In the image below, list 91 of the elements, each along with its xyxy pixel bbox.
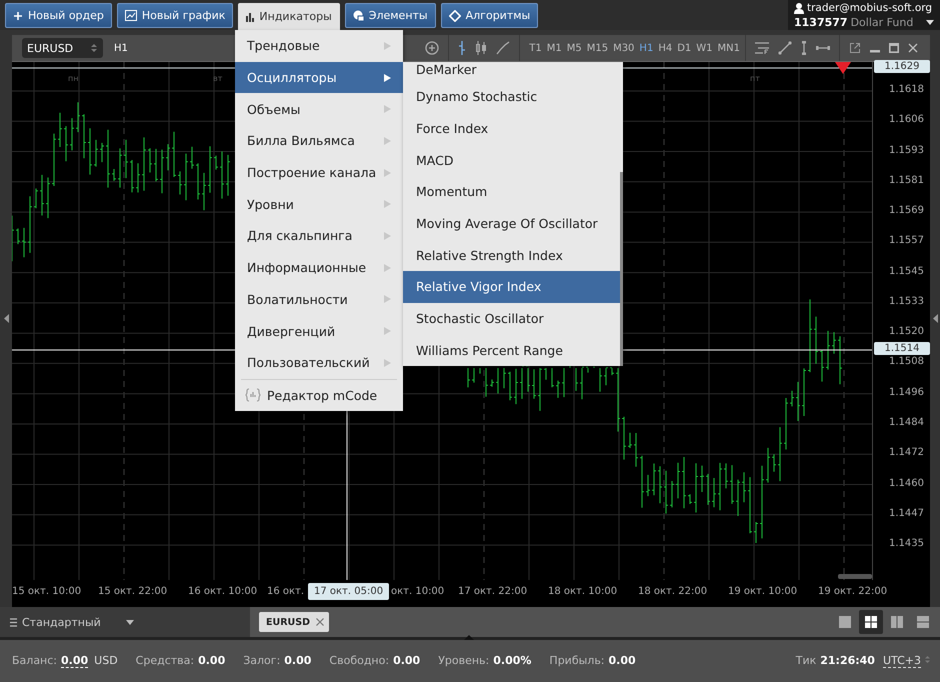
submenu-item[interactable]: Relative Strength Index <box>403 239 620 272</box>
status-label: Залог: <box>243 654 280 667</box>
timeframe-button[interactable]: MN1 <box>718 42 740 54</box>
day-label: пн <box>68 74 78 83</box>
menu-item[interactable]: Редактор mCode <box>235 380 403 411</box>
price-label: 1.1545 <box>889 266 924 277</box>
status-label: Баланс: <box>12 654 58 667</box>
price-label: 1.1496 <box>889 386 924 398</box>
account-number: 1137577 <box>794 16 848 28</box>
toolbar-button[interactable]: Индикаторы <box>238 3 340 30</box>
status-label: Уровень: <box>438 654 490 667</box>
menu-item[interactable]: Трендовые <box>235 30 403 62</box>
status-value: 0.00 <box>198 654 226 667</box>
status-value: 0.00 <box>608 654 636 667</box>
status-label: Прибыль: <box>549 654 605 667</box>
submenu-item[interactable]: Momentum <box>403 176 620 208</box>
price-label: 1.1569 <box>889 205 924 216</box>
toolbar-button[interactable]: Новый график <box>116 3 234 28</box>
time-label: 17 окт. 22:00 <box>458 586 528 597</box>
tick-label: Тик <box>796 654 816 667</box>
account-fund: Dollar Fund <box>850 16 914 28</box>
timeframe-button[interactable]: D1 <box>677 42 692 54</box>
menu-item[interactable]: Уровни <box>235 188 403 220</box>
timeframe-label: H1 <box>114 42 128 54</box>
status-label: Свободно: <box>329 654 390 667</box>
timeframe-button[interactable]: M30 <box>613 42 634 54</box>
timeframe-button[interactable]: H4 <box>658 42 672 54</box>
menu-item[interactable]: Осцилляторы <box>235 62 403 94</box>
submenu-item[interactable]: Dynamo Stochastic <box>403 81 620 113</box>
symbol-select[interactable]: EURUSD <box>22 38 103 58</box>
tick-time: 21:26:40 <box>820 654 875 667</box>
price-label: 1.1472 <box>889 447 924 458</box>
price-label: 1.1460 <box>889 478 924 488</box>
menu-item[interactable]: Пользовательский <box>235 346 403 379</box>
menu-item[interactable]: Билла Вильямса <box>235 125 403 157</box>
time-label: 18 окт. 22:00 <box>638 586 708 597</box>
menu-item[interactable]: Дивергенций <box>235 315 403 347</box>
time-label: 19 окт. 10:00 <box>728 586 798 597</box>
timeframe-button[interactable]: T1 <box>529 42 542 54</box>
timeframe-button[interactable]: H1 <box>639 42 654 54</box>
time-label: окт. 10:00 <box>391 586 444 597</box>
currency-label: USD <box>94 654 118 667</box>
time-label: 16 окт. <box>267 586 304 597</box>
menu-item[interactable]: Волатильности <box>235 284 403 316</box>
price-label: 1.1593 <box>889 144 924 156</box>
menu-item[interactable]: Для скальпинга <box>235 220 403 252</box>
account-email: trader@mobius-soft.org <box>807 2 932 14</box>
timeframe-button[interactable]: M15 <box>586 42 608 54</box>
price-label: 1.1484 <box>889 417 924 428</box>
day-label: пт <box>750 74 760 83</box>
submenu-item[interactable]: Stochastic Oscillator <box>403 302 620 334</box>
price-tag: 1.1514 <box>874 342 930 355</box>
balance-value[interactable]: 0.00 <box>61 654 88 668</box>
day-label: вт <box>213 74 222 83</box>
timeframe-button[interactable]: W1 <box>696 42 713 54</box>
status-value: 0.00 <box>393 654 420 667</box>
price-label: 1.1520 <box>889 326 924 338</box>
submenu-item[interactable]: DeMarker <box>403 62 620 81</box>
price-label: 1.1447 <box>889 508 924 519</box>
menu-item[interactable]: Построение канала <box>235 156 403 188</box>
price-label: 1.1435 <box>889 538 924 550</box>
price-label: 1.1533 <box>889 296 924 307</box>
price-label: 1.1508 <box>889 356 924 368</box>
time-label: 18 окт. 10:00 <box>548 586 618 597</box>
status-value: 0.00 <box>284 654 312 667</box>
time-label: 15 окт. 22:00 <box>98 586 168 597</box>
toolbar-button[interactable]: Алгоритмы <box>440 3 538 28</box>
menu-item[interactable]: Объемы <box>235 93 403 126</box>
toolbar-button[interactable]: Элементы <box>344 3 436 28</box>
submenu-item[interactable]: Force Index <box>403 112 620 144</box>
chart-tab[interactable]: EURUSD <box>259 612 329 632</box>
price-label: 1.1581 <box>889 174 924 186</box>
time-label: 16 окт. 10:00 <box>188 586 258 597</box>
time-label: 15 окт. 10:00 <box>12 586 82 597</box>
status-label: Средства: <box>136 654 194 667</box>
timeframe-button[interactable]: M1 <box>546 42 562 54</box>
submenu-item[interactable]: Moving Average Of Oscillator <box>403 208 620 240</box>
menu-item[interactable]: Информационные <box>235 252 403 284</box>
timeframe-button[interactable]: M5 <box>566 42 582 54</box>
timezone-select[interactable]: UTC+3 <box>882 654 921 668</box>
time-label: 19 окт. 22:00 <box>818 586 888 597</box>
status-value: 0.00% <box>493 654 532 667</box>
submenu-item[interactable]: Williams Percent Range <box>403 334 620 366</box>
price-label: 1.1606 <box>889 114 924 126</box>
price-tag: 1.1629 <box>874 60 930 73</box>
price-label: 1.1618 <box>889 84 924 95</box>
toolbar-button[interactable]: Новый ордер <box>5 3 112 28</box>
crosshair-time-label: 17 окт. 05:00 <box>308 583 390 600</box>
submenu-item[interactable]: MACD <box>403 144 620 176</box>
price-label: 1.1557 <box>889 235 924 246</box>
submenu-item[interactable]: Relative Vigor Index <box>403 271 620 303</box>
